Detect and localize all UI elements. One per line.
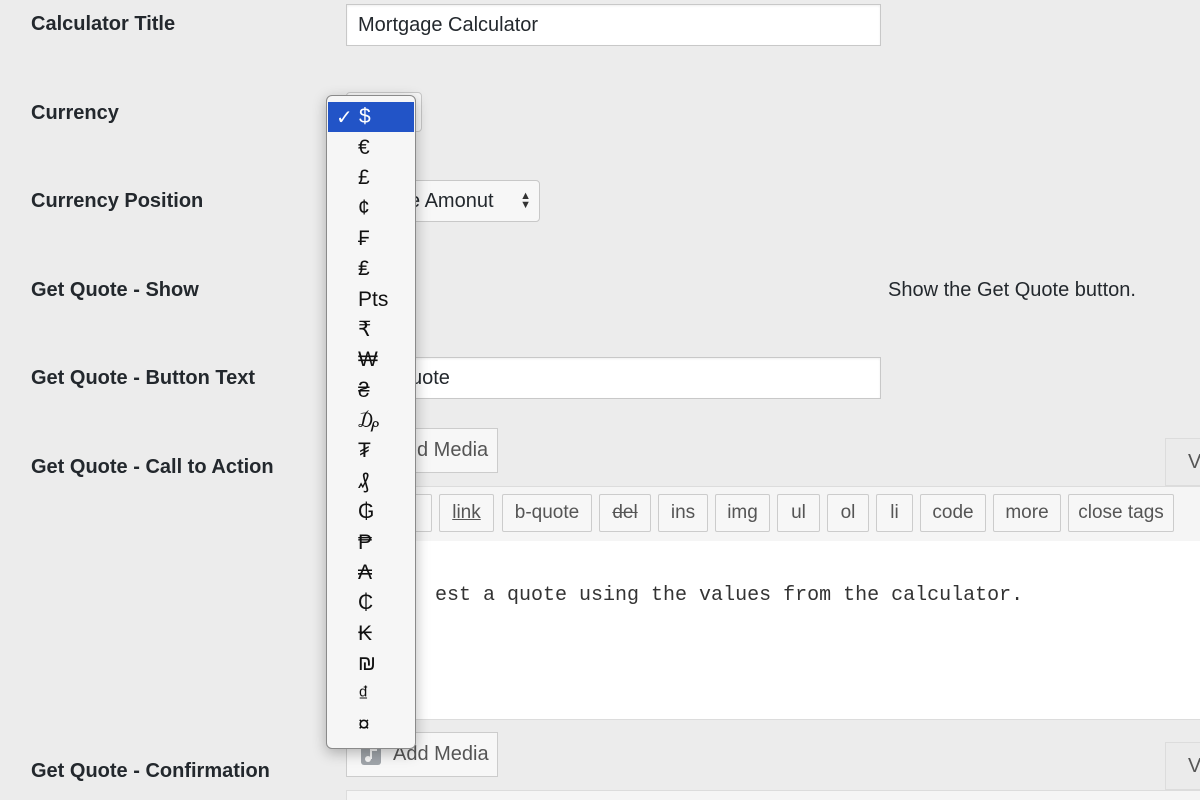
visual-tab-label-confirmation: V [1188,755,1200,777]
toolbar-button-ul[interactable]: ul [777,494,820,532]
get-quote-button-text-input[interactable] [346,357,881,399]
toolbar-button-close-tags[interactable]: close tags [1068,494,1174,532]
toolbar-button-ol[interactable]: ol [827,494,869,532]
currency-option[interactable]: ₹ [327,315,415,345]
currency-option[interactable]: ✓ $ [328,102,414,133]
get-quote-show-description: Show the Get Quote button. [888,279,1136,301]
currency-option[interactable]: ₮ [327,436,415,466]
currency-option[interactable]: ₩ [327,345,415,375]
currency-dropdown-menu[interactable]: ✓ $ € £ ¢ ₣ ₤ Pts ₹ ₩ ₴ ₯ ₮ ₰ ₲ ₱ ₳ ₵ ₭ ₪ ₫ ¤ [326,95,416,749]
label-get-quote-show: Get Quote - Show [31,279,199,301]
label-calculator-title: Calculator Title [31,13,176,35]
currency-option-symbol: ₩ [358,348,378,372]
currency-option[interactable]: ₰ [327,467,415,497]
currency-option[interactable]: ₪ [327,649,415,679]
currency-option[interactable]: € [327,132,415,162]
currency-option-symbol: ₭ [358,621,373,645]
label-get-quote-button-text: Get Quote - Button Text [31,367,256,389]
currency-option-symbol: ₲ [358,500,375,524]
currency-option-symbol: ₣ [358,226,370,250]
currency-option-symbol: ₵ [358,591,374,615]
select-arrows-icon: ▲ ▼ [520,190,531,211]
visual-tab-label: V [1188,451,1200,473]
add-media-label: d Media [417,439,489,461]
currency-option-symbol: ₪ [358,652,376,676]
currency-option-symbol: ₳ [358,561,373,585]
label-get-quote-cta: Get Quote - Call to Action [31,456,274,478]
currency-option[interactable]: ₫ [327,679,415,709]
currency-option[interactable]: ₴ [327,376,415,406]
cta-editor-textarea[interactable]: est a quote using the values from the ca… [346,541,1200,720]
currency-option-symbol: ₯ [358,409,379,433]
toolbar-button-ins[interactable]: ins [658,494,708,532]
label-currency-position: Currency Position [31,190,204,212]
calculator-title-input[interactable] [346,4,881,46]
currency-option[interactable]: ₯ [327,406,415,436]
currency-option[interactable]: ¢ [327,193,415,223]
toolbar-button-more[interactable]: more [993,494,1061,532]
label-currency: Currency [31,102,119,124]
currency-option[interactable]: ₱ [327,527,415,557]
currency-option[interactable]: ₵ [327,588,415,618]
currency-option-symbol: $ [359,105,371,129]
cta-editor-content: est a quote using the values from the ca… [435,584,1024,607]
currency-option-symbol: ₴ [358,378,370,402]
currency-option[interactable]: ₤ [327,254,415,284]
currency-position-value: e Amonut [409,189,494,212]
currency-option[interactable]: ₣ [327,224,415,254]
visual-tab[interactable]: V [1165,438,1200,486]
currency-option-symbol: € [358,135,370,159]
currency-option[interactable]: ₭ [327,619,415,649]
currency-option-symbol: ₱ [358,530,373,554]
currency-option-symbol: ₹ [358,318,372,342]
currency-option[interactable]: ₲ [327,497,415,527]
currency-option-symbol: Pts [358,287,389,311]
currency-option-symbol: ₰ [358,469,369,493]
toolbar-button-del[interactable]: del [599,494,651,532]
currency-option[interactable]: ¤ [327,710,415,740]
toolbar-button-li[interactable]: li [876,494,913,532]
currency-option-symbol: ₮ [358,439,371,463]
currency-option-symbol: ¤ [358,713,370,736]
quicktags-toolbar-confirmation [346,790,1200,800]
currency-option[interactable]: ₳ [327,558,415,588]
checkmark-icon: ✓ [336,106,353,129]
toolbar-button-link[interactable]: link [439,494,494,532]
toolbar-button-b-quote[interactable]: b-quote [502,494,592,532]
currency-option-symbol: £ [358,165,370,189]
currency-option-symbol: ₫ [358,682,369,706]
currency-option-symbol: ₤ [358,257,370,281]
currency-option[interactable]: £ [327,163,415,193]
currency-option[interactable]: Pts [327,284,415,314]
currency-option-symbol: ¢ [358,196,370,220]
toolbar-button-code[interactable]: code [920,494,986,532]
visual-tab-confirmation[interactable]: V [1165,742,1200,790]
label-get-quote-confirmation: Get Quote - Confirmation [31,760,270,782]
toolbar-button-img[interactable]: img [715,494,770,532]
